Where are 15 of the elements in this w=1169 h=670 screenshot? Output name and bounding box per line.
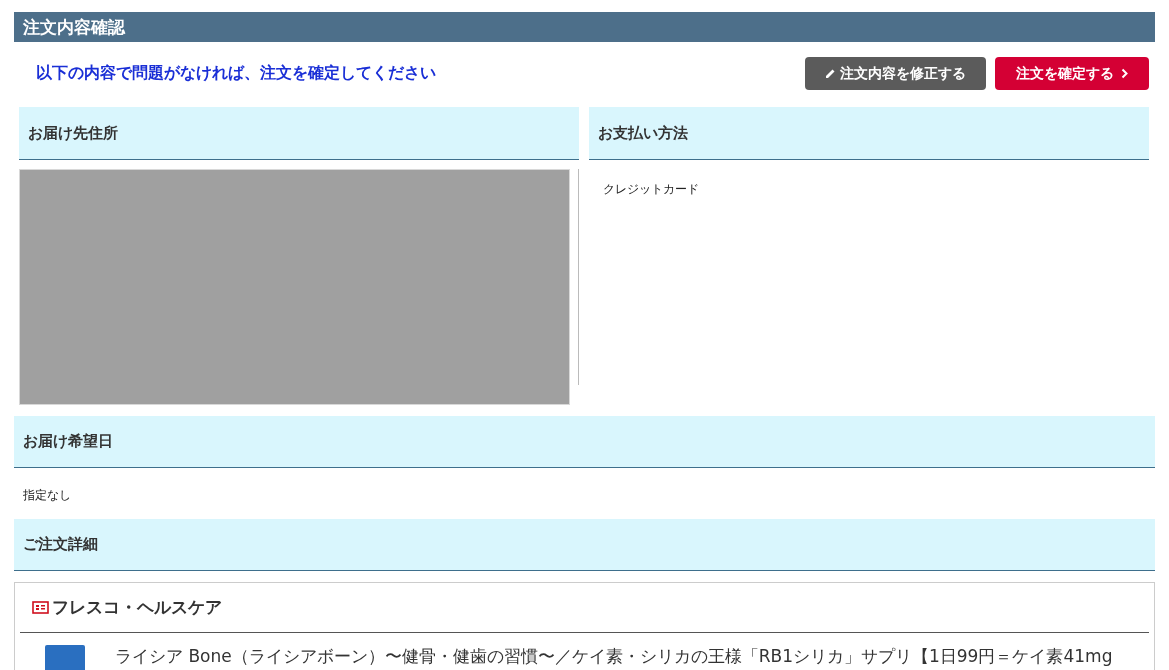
chevron-right-icon (1121, 67, 1128, 79)
product-name[interactable]: ライシア Bone（ライシアボーン）〜健骨・健歯の習慣〜／ケイ素・シリカの王様「RB1シリカ」サプリ【1日99円＝ケイ素41mg (115, 645, 1113, 667)
page-title-bar: 注文内容確認 (14, 12, 1155, 42)
section-header: お届け希望日 (14, 416, 1155, 468)
shop-name: フレスコ・ヘルスケア (52, 595, 222, 619)
pencil-icon (825, 67, 836, 79)
section-header: お支払い方法 (589, 107, 1149, 160)
instruction-text: 以下の内容で問題がなければ、注文を確定してください (36, 62, 436, 84)
edit-order-button[interactable]: 注文内容を修正する (805, 56, 986, 90)
payment-method-text: クレジットカード (603, 182, 699, 196)
shop-card-icon (32, 601, 49, 614)
delivery-date-text: 指定なし (23, 488, 71, 502)
section-header: お届け先住所 (19, 107, 579, 160)
confirm-order-button[interactable]: 注文を確定する (995, 56, 1149, 90)
section-header: ご注文詳細 (14, 519, 1155, 571)
